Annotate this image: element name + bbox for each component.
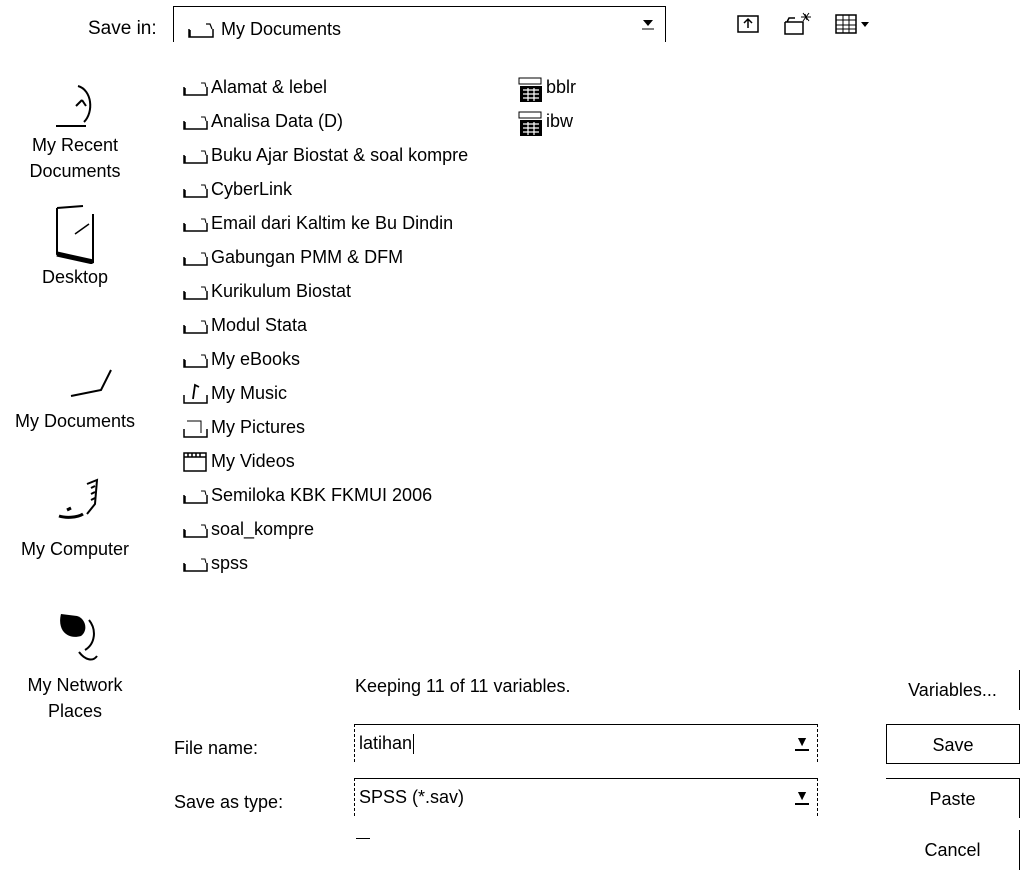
- item-label: Analisa Data (D): [211, 110, 344, 131]
- folder-item[interactable]: My Pictures: [183, 410, 468, 444]
- place-my-network-places[interactable]: My Network Places: [0, 600, 150, 724]
- folder-item[interactable]: Buku Ajar Biostat & soal kompre: [183, 138, 468, 172]
- folder-item[interactable]: spss: [183, 546, 468, 580]
- music-folder-icon: [183, 383, 209, 404]
- item-label: soal_kompre: [211, 518, 315, 539]
- variables-button[interactable]: Variables...: [886, 670, 1020, 710]
- folder-item[interactable]: Analisa Data (D): [183, 104, 468, 138]
- folder-item[interactable]: Kurikulum Biostat: [183, 274, 468, 308]
- item-label: bblr: [546, 76, 577, 97]
- up-one-level-icon[interactable]: [736, 12, 764, 38]
- place-my-documents[interactable]: My Documents: [0, 360, 150, 434]
- place-label: My Documents: [14, 411, 136, 431]
- save-as-type-value: SPSS (*.sav): [359, 787, 465, 807]
- file-name-label: File name:: [174, 738, 259, 758]
- file-list-column-2: bblr ibw: [518, 70, 576, 138]
- file-list: Alamat & lebel Analisa Data (D) Buku Ajar …: [183, 70, 468, 580]
- item-label: CyberLink: [211, 178, 293, 199]
- place-label: My Computer: [20, 539, 130, 559]
- place-label: My Network Places: [27, 675, 123, 721]
- folder-icon: [183, 281, 209, 301]
- chevron-down-icon[interactable]: ▼: [795, 787, 809, 805]
- folder-item[interactable]: My Music: [183, 376, 468, 410]
- item-label: ibw: [546, 110, 574, 131]
- item-label: Gabungan PMM & DFM: [211, 246, 404, 267]
- folder-item[interactable]: Modul Stata: [183, 308, 468, 342]
- my-documents-icon: [70, 369, 112, 397]
- item-label: Semiloka KBK FKMUI 2006: [211, 484, 433, 505]
- item-label: My eBooks: [211, 348, 301, 369]
- save-button[interactable]: Save: [886, 724, 1020, 764]
- item-label: Alamat & lebel: [211, 76, 328, 97]
- item-label: Buku Ajar Biostat & soal kompre: [211, 144, 469, 165]
- item-label: spss: [211, 552, 249, 573]
- spss-data-file-icon: [518, 111, 544, 136]
- folder-item[interactable]: Alamat & lebel: [183, 70, 468, 104]
- folder-item[interactable]: My Videos: [183, 444, 468, 478]
- view-menu-icon[interactable]: [834, 12, 874, 38]
- my-computer-icon: [58, 478, 99, 519]
- folder-icon: [183, 247, 209, 267]
- chevron-down-icon[interactable]: ▼: [795, 733, 809, 751]
- folder-icon: [183, 111, 209, 131]
- paste-button[interactable]: Paste: [886, 778, 1020, 818]
- folder-item[interactable]: CyberLink: [183, 172, 468, 206]
- pictures-folder-icon: [183, 417, 209, 438]
- videos-folder-icon: [183, 451, 209, 472]
- item-label: Modul Stata: [211, 314, 308, 335]
- place-my-recent-documents[interactable]: My Recent Documents: [0, 76, 150, 184]
- place-my-computer[interactable]: My Computer: [0, 474, 150, 562]
- folder-icon: [183, 553, 209, 573]
- save-as-type-dropdown[interactable]: SPSS (*.sav) ▼: [354, 778, 818, 816]
- folder-icon: [183, 77, 209, 97]
- folder-item[interactable]: Email dari Kaltim ke Bu Dindin: [183, 206, 468, 240]
- folder-icon: [183, 213, 209, 233]
- save-as-type-label: Save as type:: [174, 792, 284, 812]
- file-item[interactable]: bblr: [518, 70, 576, 104]
- create-new-folder-icon[interactable]: [783, 12, 811, 38]
- cancel-button[interactable]: Cancel: [886, 830, 1020, 870]
- divider: [356, 838, 370, 839]
- folder-item[interactable]: Gabungan PMM & DFM: [183, 240, 468, 274]
- spss-data-file-icon: [518, 77, 544, 102]
- item-label: My Videos: [211, 450, 295, 471]
- item-label: Email dari Kaltim ke Bu Dindin: [211, 212, 454, 233]
- place-label: Desktop: [41, 267, 109, 287]
- save-in-dropdown[interactable]: My Documents: [173, 6, 666, 42]
- item-label: My Music: [211, 382, 287, 403]
- item-label: My Pictures: [211, 416, 306, 437]
- item-label: Kurikulum Biostat: [211, 280, 352, 301]
- place-desktop[interactable]: Desktop: [0, 200, 150, 290]
- variables-status-text: Keeping 11 of 11 variables.: [355, 676, 571, 696]
- desktop-icon: [56, 205, 94, 264]
- folder-icon: [183, 519, 209, 539]
- folder-icon: [183, 349, 209, 369]
- file-item[interactable]: ibw: [518, 104, 576, 138]
- folder-icon: [183, 315, 209, 335]
- save-in-value: My Documents: [221, 19, 342, 39]
- chevron-down-icon[interactable]: [635, 13, 661, 37]
- network-places-icon: [60, 614, 98, 661]
- folder-icon: [183, 145, 209, 165]
- file-name-value: latihan: [359, 733, 413, 753]
- folder-item[interactable]: My eBooks: [183, 342, 468, 376]
- folder-item[interactable]: soal_kompre: [183, 512, 468, 546]
- folder-icon: [188, 21, 214, 45]
- place-label: My Recent Documents: [29, 135, 121, 181]
- folder-icon: [183, 179, 209, 199]
- folder-icon: [183, 485, 209, 505]
- file-name-input[interactable]: latihan ▼: [354, 724, 818, 762]
- save-in-label: Save in:: [88, 18, 157, 39]
- folder-item[interactable]: Semiloka KBK FKMUI 2006: [183, 478, 468, 512]
- recent-documents-icon: [56, 85, 92, 127]
